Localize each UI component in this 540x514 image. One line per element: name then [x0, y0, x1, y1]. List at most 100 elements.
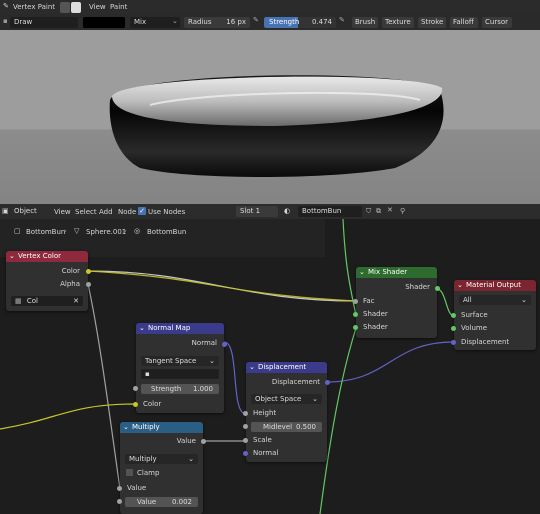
shader-type-select[interactable]: Object	[10, 206, 50, 217]
brush-name-field[interactable]: Draw	[10, 17, 78, 28]
output-normal-socket[interactable]	[222, 342, 227, 347]
color-layer-field[interactable]: ▦ Col ✕	[11, 296, 83, 306]
mix-shader-node[interactable]: ⌄ Mix Shader Shader Fac Shader Shader	[353, 267, 440, 338]
displacement-space-value: Object Space	[255, 395, 302, 403]
displacement-space-select[interactable]: Object Space ⌄	[251, 394, 322, 404]
strength-field[interactable]: Strength 1.000	[141, 384, 219, 394]
input-color-socket[interactable]	[133, 402, 138, 407]
menu-view-nodes[interactable]: View	[54, 208, 71, 216]
node-editor-canvas[interactable]: ▢ BottomBun › ▽ Sphere.001 › ◎ BottomBun…	[0, 219, 540, 514]
menu-paint[interactable]: Paint	[110, 3, 127, 11]
menu-node[interactable]: Node	[118, 208, 136, 216]
input-shader1-socket[interactable]	[353, 312, 358, 317]
input-value2-socket[interactable]	[117, 499, 122, 504]
chevron-down-icon: ⌄	[209, 357, 215, 365]
collapse-chevron-icon[interactable]: ⌄	[123, 422, 129, 433]
vertex-color-header[interactable]: ⌄ Vertex Color	[6, 251, 88, 262]
normal-map-node[interactable]: ⌄ Normal Map Normal Tangent Space ⌄ ▪ St…	[133, 323, 227, 413]
material-sphere-icon[interactable]: ◐	[284, 207, 290, 215]
menu-add[interactable]: Add	[99, 208, 113, 216]
use-nodes-label: Use Nodes	[148, 208, 186, 216]
material-output-title: Material Output	[466, 281, 521, 289]
node-editor-header: ▣ Object View Select Add Node ✓ Use Node…	[0, 204, 540, 219]
output-displacement-socket[interactable]	[325, 380, 330, 385]
output-value-label: Value	[176, 437, 196, 445]
output-target-select[interactable]: All ⌄	[459, 295, 531, 305]
link-alpha-value	[87, 283, 121, 490]
normal-map-header[interactable]: ⌄ Normal Map	[136, 323, 224, 334]
output-shader-socket[interactable]	[435, 286, 440, 291]
vertex-paint-icon: ✎	[3, 2, 9, 10]
math-operation-select[interactable]: Multiply ⌄	[125, 454, 198, 464]
value-label: Value	[137, 498, 157, 506]
menu-select[interactable]: Select	[75, 208, 97, 216]
top-header: ✎ Vertex Paint View Paint	[0, 0, 540, 14]
collapse-chevron-icon[interactable]: ⌄	[359, 267, 365, 278]
chevron-down-icon: ⌄	[521, 296, 527, 304]
output-shader-label: Shader	[405, 283, 430, 291]
use-nodes-checkbox[interactable]: ✓	[138, 207, 146, 215]
unlink-x-icon[interactable]: ✕	[387, 206, 393, 214]
falloff-menu[interactable]: Falloff	[450, 17, 478, 28]
color-swatch[interactable]	[83, 17, 125, 28]
select-toggle[interactable]	[71, 2, 81, 13]
input-scale-socket[interactable]	[243, 438, 248, 443]
midlevel-field[interactable]: Midlevel 0.500	[251, 422, 322, 432]
value-field[interactable]: Value 0.002	[125, 497, 198, 507]
fake-user-shield-icon[interactable]: ⛉	[366, 207, 371, 216]
midlevel-label: Midlevel	[263, 423, 293, 431]
cursor-menu[interactable]: Cursor	[482, 17, 512, 28]
clear-layer-x-icon[interactable]: ✕	[73, 296, 79, 306]
radius-field[interactable]: Radius 16 px	[184, 17, 250, 28]
brush-menu[interactable]: Brush	[352, 17, 378, 28]
pin-icon[interactable]: ⚲	[400, 207, 405, 215]
mode-selector[interactable]: Vertex Paint	[13, 3, 55, 11]
output-value-socket[interactable]	[201, 439, 206, 444]
stroke-menu[interactable]: Stroke	[418, 17, 446, 28]
vertex-color-title: Vertex Color	[18, 252, 62, 260]
duplicate-icon[interactable]: ⧉	[376, 207, 381, 216]
collapse-chevron-icon[interactable]: ⌄	[457, 280, 463, 291]
displacement-node[interactable]: ⌄ Displacement Displacement Object Space…	[243, 362, 330, 462]
mask-toggle[interactable]	[60, 2, 70, 13]
material-output-header[interactable]: ⌄ Material Output	[454, 280, 536, 291]
material-name-field[interactable]: BottomBun	[298, 206, 362, 217]
link-color-input	[0, 403, 137, 430]
editor-type-icon[interactable]: ▣	[2, 207, 9, 215]
normal-space-select[interactable]: Tangent Space ⌄	[141, 356, 219, 366]
collapse-chevron-icon[interactable]: ⌄	[249, 362, 255, 373]
input-value-socket[interactable]	[117, 486, 122, 491]
radius-value: 16 px	[226, 18, 246, 26]
output-alpha-socket[interactable]	[86, 282, 91, 287]
multiply-header[interactable]: ⌄ Multiply	[120, 422, 203, 433]
mix-shader-header[interactable]: ⌄ Mix Shader	[356, 267, 437, 278]
menu-view[interactable]: View	[89, 3, 106, 11]
input-fac-socket[interactable]	[353, 299, 358, 304]
input-surface-socket[interactable]	[451, 313, 456, 318]
texture-menu[interactable]: Texture	[382, 17, 414, 28]
input-displacement-socket[interactable]	[451, 340, 456, 345]
strength-pressure-icon[interactable]: ✎	[339, 16, 345, 24]
input-midlevel-socket[interactable]	[243, 424, 248, 429]
slot-select[interactable]: Slot 1	[236, 206, 278, 217]
input-volume-socket[interactable]	[451, 326, 456, 331]
uv-map-field[interactable]: ▪	[141, 369, 219, 379]
material-output-node[interactable]: ⌄ Material Output All ⌄ Surface Volume D…	[451, 280, 536, 350]
output-normal-label: Normal	[191, 339, 217, 347]
strength-slider[interactable]: Strength 0.474	[264, 17, 336, 28]
input-normal-socket[interactable]	[243, 451, 248, 456]
collapse-chevron-icon[interactable]: ⌄	[9, 251, 15, 262]
vertex-color-node[interactable]: ⌄ Vertex Color Color Alpha ▦ Col ✕	[6, 251, 91, 311]
radius-pressure-icon[interactable]: ✎	[253, 16, 259, 24]
input-height-socket[interactable]	[243, 411, 248, 416]
multiply-node[interactable]: ⌄ Multiply Value Multiply ⌄ Clamp Value …	[117, 422, 206, 514]
output-color-socket[interactable]	[86, 269, 91, 274]
3d-viewport[interactable]	[0, 30, 540, 204]
link-displacement	[325, 341, 455, 383]
input-strength-socket[interactable]	[133, 386, 138, 391]
collapse-chevron-icon[interactable]: ⌄	[139, 323, 145, 334]
displacement-header[interactable]: ⌄ Displacement	[246, 362, 327, 373]
input-shader2-socket[interactable]	[353, 325, 358, 330]
input-surface-label: Surface	[461, 311, 488, 319]
clamp-checkbox[interactable]	[126, 469, 133, 476]
